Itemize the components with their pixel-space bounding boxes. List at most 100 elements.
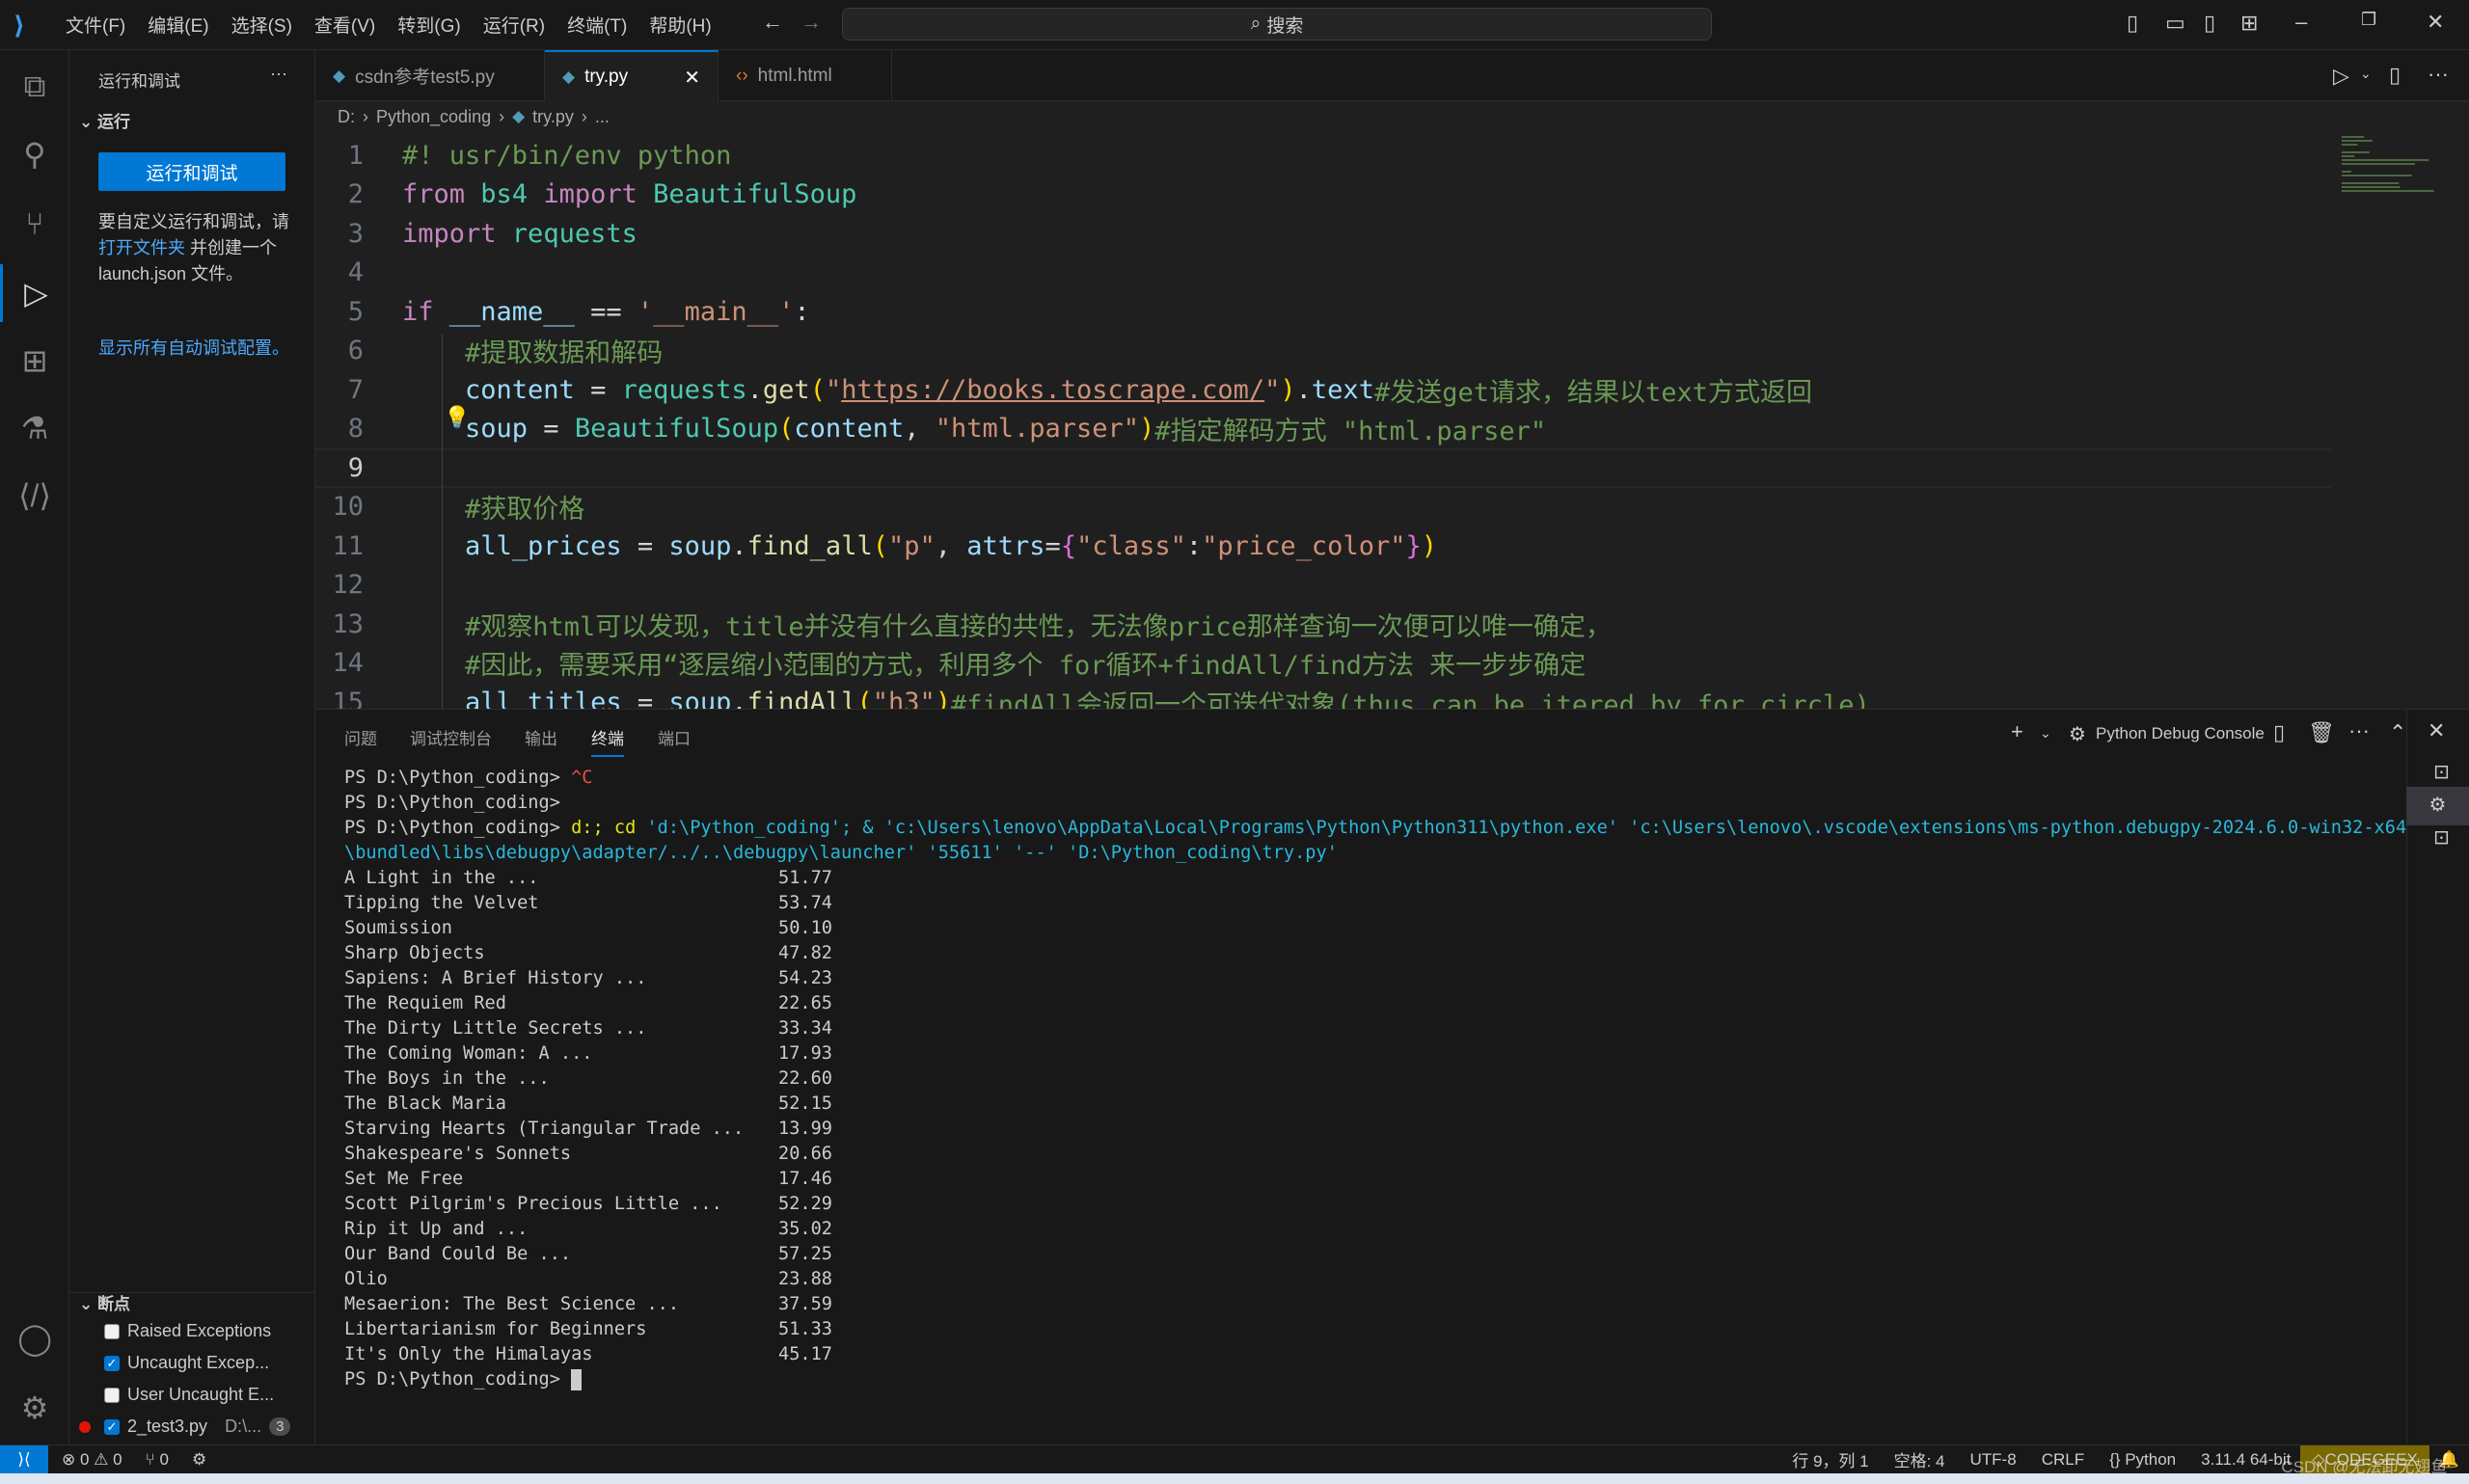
breadcrumb-folder[interactable]: Python_coding (376, 107, 491, 127)
search-icon[interactable]: ⚲ (0, 125, 69, 183)
open-folder-link[interactable]: 打开文件夹 (98, 238, 185, 257)
tab-html-html[interactable]: ‹› html.html (719, 50, 892, 101)
close-panel-icon[interactable]: ✕ (2428, 718, 2445, 743)
menu-go[interactable]: 转到(G) (397, 12, 460, 38)
more-actions-icon[interactable]: ··· (2348, 718, 2370, 743)
split-terminal-icon[interactable]: ▯ (2273, 720, 2285, 745)
panel-tab-ports[interactable]: 端口 (658, 725, 691, 749)
tab-csdn-test5[interactable]: ◆ csdn参考test5.py (315, 50, 545, 101)
toggle-primary-sidebar-icon[interactable]: ▯ (2127, 11, 2138, 36)
code-line[interactable]: 13 #观察html可以发现，title并没有什么直接的共性，无法像price那… (315, 605, 2331, 644)
codegeex-icon[interactable]: ⟨/⟩ (0, 467, 69, 525)
chevron-down-icon[interactable]: ⌄ (2040, 725, 2051, 742)
run-and-debug-button[interactable]: 运行和调试 (98, 152, 285, 191)
close-tab-icon[interactable]: ✕ (684, 66, 700, 90)
menu-help[interactable]: 帮助(H) (649, 12, 711, 38)
tab-try-py[interactable]: ◆ try.py ✕ (545, 50, 719, 102)
breakpoints-section-header[interactable]: ⌄ 断点 (79, 1290, 130, 1314)
code-line[interactable]: 1 #! usr/bin/env python (315, 136, 2331, 175)
code-line[interactable]: 2 from bs4 import BeautifulSoup (315, 175, 2331, 215)
code-line[interactable]: 10 #获取价格 (315, 488, 2331, 527)
minimap[interactable] (2334, 132, 2450, 709)
run-debug-icon[interactable]: ▷ (0, 264, 69, 322)
problems-status[interactable]: ⊗ 0 ⚠ 0 (62, 1450, 122, 1470)
panel-tab-debug-console[interactable]: 调试控制台 (410, 725, 492, 749)
breakpoint-user-uncaught[interactable]: User Uncaught E... (104, 1385, 274, 1405)
breadcrumb-drive[interactable]: D: (338, 107, 355, 127)
account-icon[interactable]: ◯ (0, 1309, 69, 1367)
run-section-header[interactable]: ⌄ 运行 (79, 108, 130, 132)
breadcrumb-file[interactable]: try.py (532, 107, 574, 127)
more-actions-icon[interactable]: ··· (270, 64, 287, 84)
show-all-debug-configs-link[interactable]: 显示所有自动调试配置。 (98, 336, 291, 362)
breadcrumb-symbol[interactable]: ... (595, 107, 610, 127)
run-python-file-icon[interactable]: ▷ (2333, 64, 2349, 89)
panel-tab-terminal[interactable]: 终端 (591, 725, 624, 757)
checkbox-checked[interactable]: ✓ (104, 1355, 120, 1371)
maximize-panel-chevron-up-icon[interactable]: ⌃ (2389, 720, 2406, 745)
source-control-icon[interactable]: ⑂ (0, 195, 69, 253)
menu-terminal[interactable]: 终端(T) (567, 12, 627, 38)
menu-edit[interactable]: 编辑(E) (148, 12, 208, 38)
checkbox[interactable] (104, 1323, 120, 1339)
python-interpreter[interactable]: 3.11.4 64-bit (2201, 1450, 2291, 1470)
code-line[interactable]: 14 #因此，需要采用“逐层缩小范围的方式，利用多个 for循环+findAll… (315, 644, 2331, 684)
code-line[interactable]: 5 if __name__ == '__main__': (315, 292, 2331, 332)
kill-terminal-trash-icon[interactable]: 🗑 (2308, 720, 2335, 745)
split-editor-icon[interactable]: ▯ (2389, 63, 2401, 88)
terminal-debug-icon[interactable]: ⚙ (2406, 787, 2469, 825)
menu-file[interactable]: 文件(F) (66, 12, 125, 38)
minimize-icon[interactable]: – (2295, 10, 2307, 35)
code-line[interactable]: 3 import requests (315, 214, 2331, 254)
terminal-output[interactable]: PS D:\Python_coding> ^C PS D:\Python_cod… (344, 766, 2408, 1392)
line-ending[interactable]: CRLF (2042, 1450, 2084, 1470)
remote-indicator-icon[interactable]: ⟩⟨ (0, 1444, 48, 1474)
extensions-icon[interactable]: ⊞ (0, 332, 69, 390)
checkbox[interactable] (104, 1387, 120, 1403)
settings-gear-icon[interactable]: ⚙ (0, 1379, 69, 1437)
codegeex-button[interactable]: ◇ CODEGEEX CSDN @无法卸无翅鱼 (2281, 1444, 2448, 1476)
panel-tab-output[interactable]: 输出 (525, 725, 557, 749)
lightbulb-icon[interactable]: 💡 (444, 405, 470, 430)
toggle-secondary-sidebar-icon[interactable]: ▯ (2204, 11, 2215, 36)
forward-arrow-icon[interactable]: → (800, 10, 822, 35)
language-mode[interactable]: {} Python (2109, 1450, 2176, 1470)
code-line[interactable]: 12 (315, 566, 2331, 606)
code-line[interactable]: 7 content = requests. get(" https://books.… (315, 370, 2331, 410)
code-line[interactable]: 6 #提取数据和解码 (315, 332, 2331, 371)
menu-selection[interactable]: 选择(S) (231, 12, 292, 38)
back-arrow-icon[interactable]: ← (762, 10, 783, 35)
customize-layout-icon[interactable]: ⊞ (2240, 11, 2258, 36)
breakpoint-raised-exceptions[interactable]: Raised Exceptions (104, 1321, 271, 1341)
code-line[interactable]: 8 soup = BeautifulSoup(content, "html.pa… (315, 410, 2331, 449)
terminal-powershell-icon[interactable]: ⊡ (2433, 825, 2450, 850)
panel-tab-problems[interactable]: 问题 (344, 725, 377, 749)
search-label: 搜索 (1266, 15, 1304, 37)
ports-status[interactable]: ⑂ 0 (146, 1450, 169, 1470)
cursor-position[interactable]: 行 9，列 1 (1792, 1447, 1868, 1471)
close-window-icon[interactable]: ✕ (2427, 10, 2444, 35)
testing-flask-icon[interactable]: ⚗ (0, 399, 69, 457)
more-actions-icon[interactable]: ··· (2428, 62, 2449, 87)
code-line[interactable]: 11 all_prices = soup. find_all("p", attrs… (315, 526, 2331, 566)
terminal-name[interactable]: Python Debug Console (2096, 724, 2265, 743)
code-editor[interactable]: 1 #! usr/bin/env python 2 from bs4 import B… (315, 132, 2331, 709)
chevron-down-icon[interactable]: ⌄ (2360, 66, 2372, 82)
encoding[interactable]: UTF-8 (1970, 1450, 2017, 1470)
code-line[interactable]: 15 all_titles = soup. findAll("h3") #findA… (315, 683, 2331, 709)
menu-run[interactable]: 运行(R) (483, 12, 545, 38)
new-terminal-plus-icon[interactable]: + (2011, 719, 2023, 744)
code-line[interactable]: 9 (315, 448, 2331, 488)
breakpoint-uncaught-exceptions[interactable]: ✓ Uncaught Excep... (104, 1353, 269, 1373)
debug-launch-icon[interactable]: ⚙ (192, 1450, 206, 1470)
code-line[interactable]: 4 (315, 254, 2331, 293)
explorer-icon[interactable]: ⧉ (0, 58, 69, 116)
menu-view[interactable]: 查看(V) (314, 12, 375, 38)
toggle-panel-icon[interactable]: ▭ (2165, 11, 2185, 36)
restore-icon[interactable]: ❐ (2361, 10, 2376, 30)
terminal-powershell-icon[interactable]: ⊡ (2433, 760, 2450, 784)
search-box[interactable]: ⌕ 搜索 (842, 8, 1712, 40)
breakpoint-file[interactable]: ✓ 2_test3.py D:\... 3 (79, 1417, 291, 1437)
checkbox-checked[interactable]: ✓ (104, 1418, 120, 1435)
indentation[interactable]: 空格: 4 (1894, 1447, 1945, 1471)
